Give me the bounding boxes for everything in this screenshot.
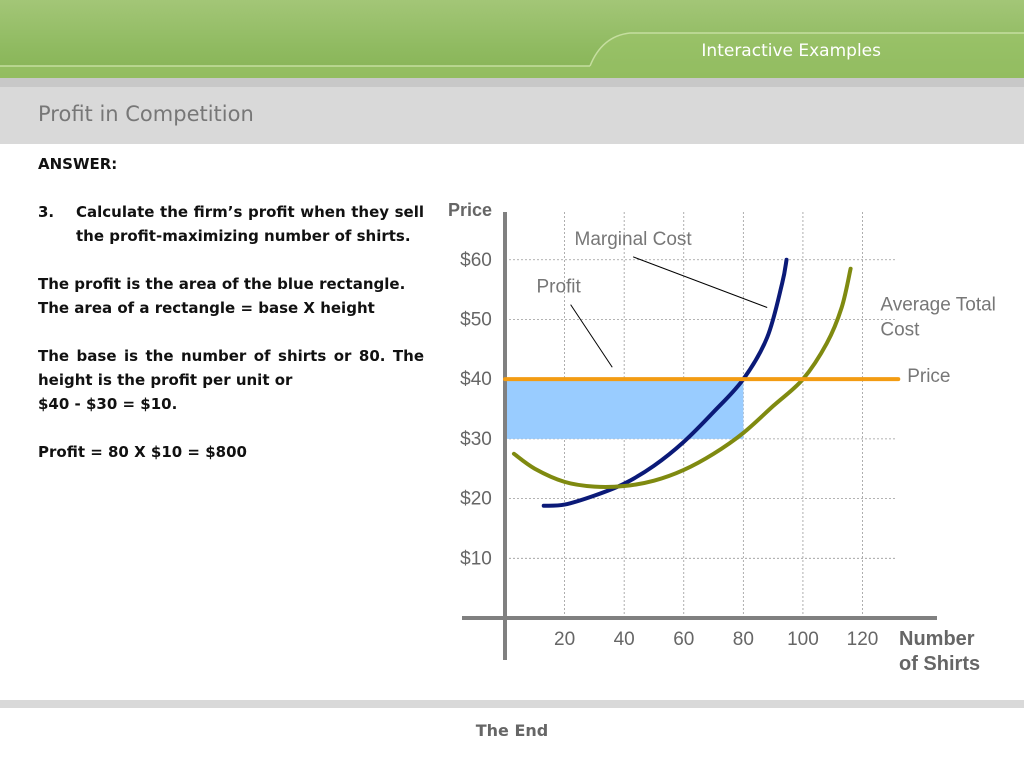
y-tick-label: $10 — [460, 548, 492, 569]
footer-text: The End — [475, 721, 549, 740]
x-tick-label: 120 — [847, 629, 879, 650]
annotation-average-total-cost: Average Total — [880, 295, 996, 316]
annotation-price: Price — [907, 366, 950, 387]
x-tick-label: 60 — [673, 629, 694, 650]
y-axis-label: Price — [448, 200, 492, 220]
x-tick-label: 100 — [787, 629, 819, 650]
annotation-average-total-cost: Cost — [880, 320, 920, 341]
annotation-profit: Profit — [536, 277, 581, 298]
annotation-marginal-cost: Marginal Cost — [575, 229, 693, 250]
y-tick-label: $40 — [460, 369, 492, 390]
annotation-profit-pointer — [570, 304, 613, 368]
y-tick-label: $50 — [460, 309, 492, 330]
annotation-marginal-cost-pointer — [632, 256, 768, 308]
x-tick-label: 20 — [554, 629, 575, 650]
footer-divider — [0, 700, 1024, 708]
x-axis-label-line: of Shirts — [899, 653, 980, 675]
x-axis-label-line: Number — [899, 628, 975, 650]
y-tick-label: $30 — [460, 429, 492, 450]
x-tick-label: 80 — [733, 629, 754, 650]
profit-chart: Price Number of Shirts 20 40 60 80 100 120 $10 $20… — [448, 200, 996, 675]
x-tick-label: 40 — [614, 629, 635, 650]
y-tick-label: $60 — [460, 250, 492, 271]
y-tick-label: $20 — [460, 489, 492, 510]
profit-rectangle — [505, 379, 744, 439]
